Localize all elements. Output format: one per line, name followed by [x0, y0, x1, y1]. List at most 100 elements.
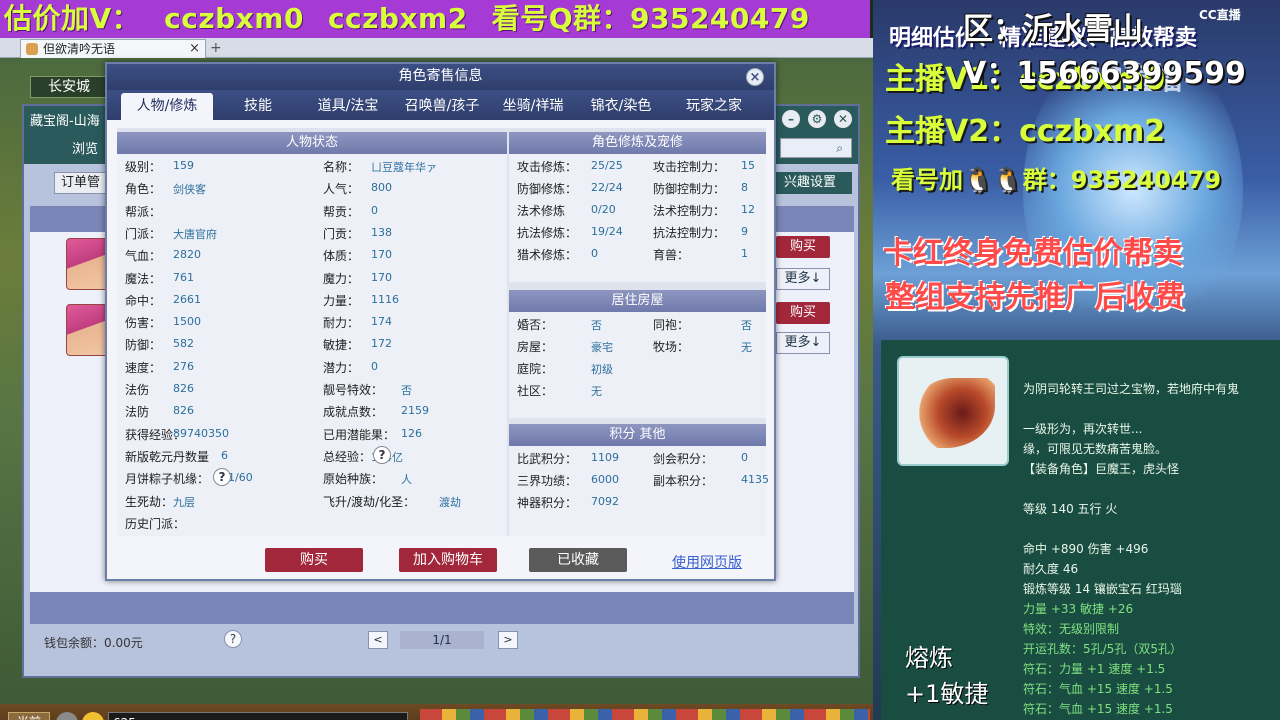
tab-mounts[interactable]: 坐骑/祥瑞: [493, 93, 573, 120]
status-label: 成就点数：: [323, 405, 384, 420]
tab-skills[interactable]: 技能: [225, 93, 291, 120]
stream-frame: 估价加V： cczbxm0 cczbxm2 看号Q群：935240479 但欲清吟无语…: [0, 0, 1280, 720]
emoji-icon[interactable]: [82, 712, 104, 720]
cultivation-value: 0/20: [591, 203, 616, 216]
add-to-cart-button[interactable]: 加入购物车: [399, 548, 497, 572]
more-button[interactable]: 更多↓: [776, 268, 830, 290]
housing-value: 初级: [591, 363, 613, 376]
promo-line-3: 主播V2：cczbxm2: [885, 114, 1166, 149]
housing-label: 房屋：: [517, 340, 554, 354]
more-button[interactable]: 更多↓: [776, 332, 830, 354]
status-header: 人物状态: [117, 132, 507, 154]
close-button[interactable]: ×: [746, 68, 764, 86]
current-channel-button[interactable]: 当前: [8, 712, 50, 720]
points-label: 神器积分：: [517, 496, 578, 510]
web-version-link[interactable]: 使用网页版: [672, 552, 742, 572]
status-value: 89740350: [173, 426, 229, 440]
search-input[interactable]: ⌕: [780, 138, 852, 158]
promo-line-5: 卡红终身免费估价帮卖: [883, 236, 1183, 271]
status-value: 170: [371, 270, 392, 284]
weapon-icon: [913, 378, 995, 448]
status-label: 总经验：: [323, 449, 372, 464]
settings-icon[interactable]: ⚙: [808, 110, 826, 128]
status-label: 历史门派：: [125, 516, 186, 531]
close-tab-icon[interactable]: ×: [189, 40, 200, 58]
points-label: 比武积分：: [517, 452, 578, 466]
minimize-icon[interactable]: –: [782, 110, 800, 128]
item-stat: 命中 +890 伤害 +496: [1023, 542, 1149, 556]
item-rune: 符石：力量 +1 速度 +1.5: [1023, 662, 1166, 676]
interest-settings-button[interactable]: 兴趣设置: [768, 172, 852, 194]
status-label: 原始种族：: [323, 472, 384, 487]
status-value: 1116: [371, 292, 399, 306]
trophy-icon[interactable]: [56, 712, 78, 720]
status-label: 月饼粽子机缘：: [125, 472, 210, 487]
prev-page-button[interactable]: <: [368, 631, 388, 649]
browse-link[interactable]: 浏览: [72, 138, 98, 157]
cultivation-value: 15: [741, 159, 755, 172]
housing-label: 牧场：: [653, 340, 690, 354]
cultivation-value: 25/25: [591, 159, 623, 172]
status-label: 耐力：: [323, 316, 360, 331]
item-card: 为阴司轮转王司过之宝物，若地府中有鬼 一级形为，再次转世... 缘，可限见无数痛…: [881, 340, 1280, 720]
dialog-titlebar: 角色寄售信息 ×: [107, 64, 774, 90]
status-value: 渡劫: [439, 495, 461, 509]
item-desc: 为阴司轮转王司过之宝物，若地府中有鬼: [1023, 382, 1240, 396]
tab-items[interactable]: 道具/法宝: [303, 93, 393, 120]
status-value: 2661: [173, 292, 201, 306]
status-label: 角色：: [125, 182, 162, 197]
status-label: 法伤: [125, 383, 150, 397]
cultivation-label: 猎术修炼：: [517, 248, 578, 262]
item-level: 等级 140 五行 火: [1023, 502, 1118, 516]
favicon-icon: [26, 43, 38, 55]
status-value: 761: [173, 270, 194, 284]
browser-tab[interactable]: 但欲清吟无语 ×: [20, 39, 206, 58]
status-label: 法防: [125, 405, 150, 420]
role-info-dialog: 角色寄售信息 × 人物/修炼 技能 道具/法宝 召唤兽/孩子 坐骑/祥瑞 锦衣/…: [105, 62, 776, 581]
search-icon[interactable]: ⌕: [836, 141, 843, 156]
status-label: 防御：: [125, 338, 162, 353]
tab-pets[interactable]: 召唤兽/孩子: [397, 93, 487, 120]
status-label: 速度：: [125, 360, 162, 375]
collected-button[interactable]: 已收藏: [529, 548, 627, 572]
next-page-button[interactable]: >: [498, 631, 518, 649]
buy-button[interactable]: 购买: [265, 548, 363, 572]
help-icon[interactable]: ?: [224, 630, 242, 648]
dialog-title: 角色寄售信息: [398, 68, 483, 84]
item-sockets: 开运孔数：5孔/5孔（双5孔）: [1023, 642, 1182, 656]
chat-input[interactable]: 625: [108, 712, 408, 720]
banner-text-4: 看号Q群：935240479: [491, 2, 810, 35]
weapon-image: [897, 356, 1009, 466]
buy-button[interactable]: 购买: [776, 302, 830, 324]
close-icon[interactable]: ✕: [834, 110, 852, 128]
status-label: 门派：: [125, 226, 162, 241]
status-value: 826: [173, 404, 194, 418]
cultivation-label: 防御控制力：: [653, 182, 726, 196]
market-title: 藏宝阁-山海: [30, 114, 100, 129]
points-header: 积分 其他: [509, 424, 766, 446]
smelt-label: 熔炼: [905, 644, 953, 672]
help-icon[interactable]: ?: [373, 445, 391, 464]
hud-shortcut-bar[interactable]: [420, 709, 870, 720]
cultivation-panel: 攻击修炼： 25/25 攻击控制力： 15 防御修炼： 22/24 防御控制力： 8 法术修炼 0…: [509, 154, 766, 282]
city-name: 长安城: [30, 76, 108, 98]
promo-line-4: 看号加🐧🐧群：935240479: [891, 166, 1222, 194]
status-value: 2820: [173, 248, 201, 262]
tab-character[interactable]: 人物/修炼: [121, 93, 213, 120]
avatar[interactable]: [66, 238, 110, 290]
new-tab-button[interactable]: +: [210, 39, 222, 57]
avatar[interactable]: [66, 304, 110, 356]
buy-button[interactable]: 购买: [776, 236, 830, 258]
housing-label: 同袍：: [653, 318, 690, 332]
status-label: 新版乾元丹数量: [125, 449, 210, 464]
cultivation-value: 8: [741, 181, 748, 194]
tab-home[interactable]: 玩家之家: [669, 93, 759, 120]
status-label: 靓号特效：: [323, 383, 384, 397]
status-label: 名称：: [323, 160, 360, 174]
cultivation-value: 12: [741, 203, 755, 216]
status-value: ㄩ豆蔻年华ァ: [371, 161, 437, 174]
housing-panel: 婚否：否同袍：否房屋： 豪宅 牧场：无庭院： 初级 社区：无: [509, 312, 766, 418]
contact-number: V：15666399599: [963, 56, 1246, 91]
dialog-content: 人物状态 级别： 159 角色： 剑侠客 帮派： 门派： 大唐官府 气血： 2820 魔法： 761…: [117, 128, 769, 536]
tab-outfits[interactable]: 锦衣/染色: [581, 93, 661, 120]
